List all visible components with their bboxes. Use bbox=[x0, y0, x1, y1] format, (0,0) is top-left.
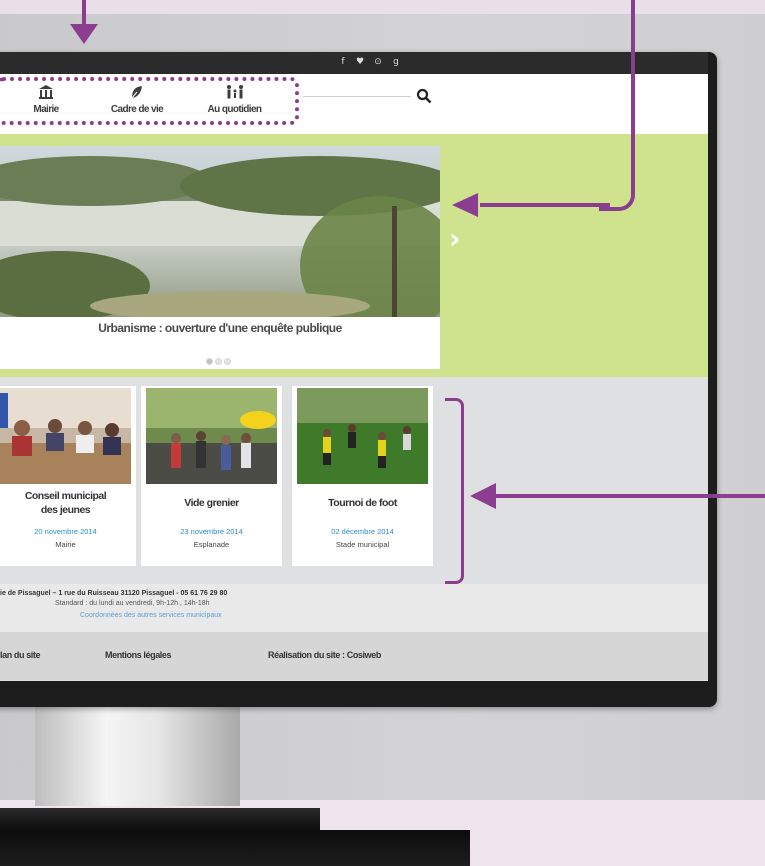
news-date: 20 novembre 2014 bbox=[34, 527, 97, 536]
news-photo-conseil bbox=[0, 388, 131, 484]
carousel-dot-3[interactable] bbox=[224, 358, 231, 365]
carousel-dots bbox=[205, 352, 232, 370]
arrow-cards-shaft bbox=[490, 494, 765, 498]
twitter-icon[interactable]: ♥ bbox=[355, 57, 365, 68]
carousel-next-icon[interactable]: › bbox=[449, 222, 461, 255]
background-top bbox=[0, 0, 765, 14]
arrow-down-icon bbox=[70, 24, 98, 44]
arrow-left-icon bbox=[452, 193, 478, 217]
footer-services-link[interactable]: Coordonnées des autres services municipa… bbox=[80, 612, 222, 619]
news-date: 02 décembre 2014 bbox=[331, 527, 394, 536]
search-input[interactable] bbox=[303, 96, 411, 97]
arrow-left-icon bbox=[470, 483, 496, 509]
carousel-dot-1[interactable] bbox=[206, 358, 213, 365]
monitor-stand bbox=[35, 706, 240, 806]
search-icon[interactable] bbox=[416, 88, 432, 104]
arrow-hero-connector bbox=[470, 0, 635, 211]
pinterest-icon[interactable]: ⊙ bbox=[373, 57, 383, 68]
facebook-icon[interactable]: f bbox=[338, 57, 348, 68]
news-card[interactable]: Tournoi de foot 02 décembre 2014 Stade m… bbox=[292, 386, 433, 566]
news-place: Mairie bbox=[55, 540, 76, 549]
news-place: Esplanade bbox=[193, 540, 230, 549]
footer-address: ie de Pissaguel – 1 rue du Ruisseau 3112… bbox=[0, 590, 228, 597]
news-photo-tournoi bbox=[297, 388, 428, 484]
google-plus-icon[interactable]: g bbox=[391, 57, 401, 68]
footer-link-mentions[interactable]: Mentions légales bbox=[105, 650, 172, 660]
hero-photo bbox=[0, 146, 440, 317]
highlight-dotted-frame bbox=[0, 77, 299, 125]
news-title: Vide grenier bbox=[184, 497, 239, 509]
news-date: 23 novembre 2014 bbox=[180, 527, 243, 536]
news-card[interactable]: Vide grenier 23 novembre 2014 Esplanade bbox=[141, 386, 282, 566]
news-card[interactable]: Conseil municipal des jeunes 20 novembre … bbox=[0, 386, 136, 566]
footer-link-realisation[interactable]: Réalisation du site : Cosiweb bbox=[268, 650, 381, 660]
hero-caption[interactable]: Urbanisme : ouverture d'une enquête publ… bbox=[0, 321, 440, 335]
news-place: Stade municipal bbox=[335, 540, 390, 549]
news-title: Conseil municipal des jeunes bbox=[24, 490, 107, 516]
news-title: Tournoi de foot bbox=[328, 497, 397, 509]
news-photo-vide-grenier bbox=[146, 388, 277, 484]
cards-bracket bbox=[445, 398, 464, 584]
footer-link-plan[interactable]: lan du site bbox=[0, 650, 41, 660]
carousel-dot-2[interactable] bbox=[215, 358, 222, 365]
footer-hours: Standard : du lundi au vendredi, 9h-12h … bbox=[55, 600, 210, 607]
